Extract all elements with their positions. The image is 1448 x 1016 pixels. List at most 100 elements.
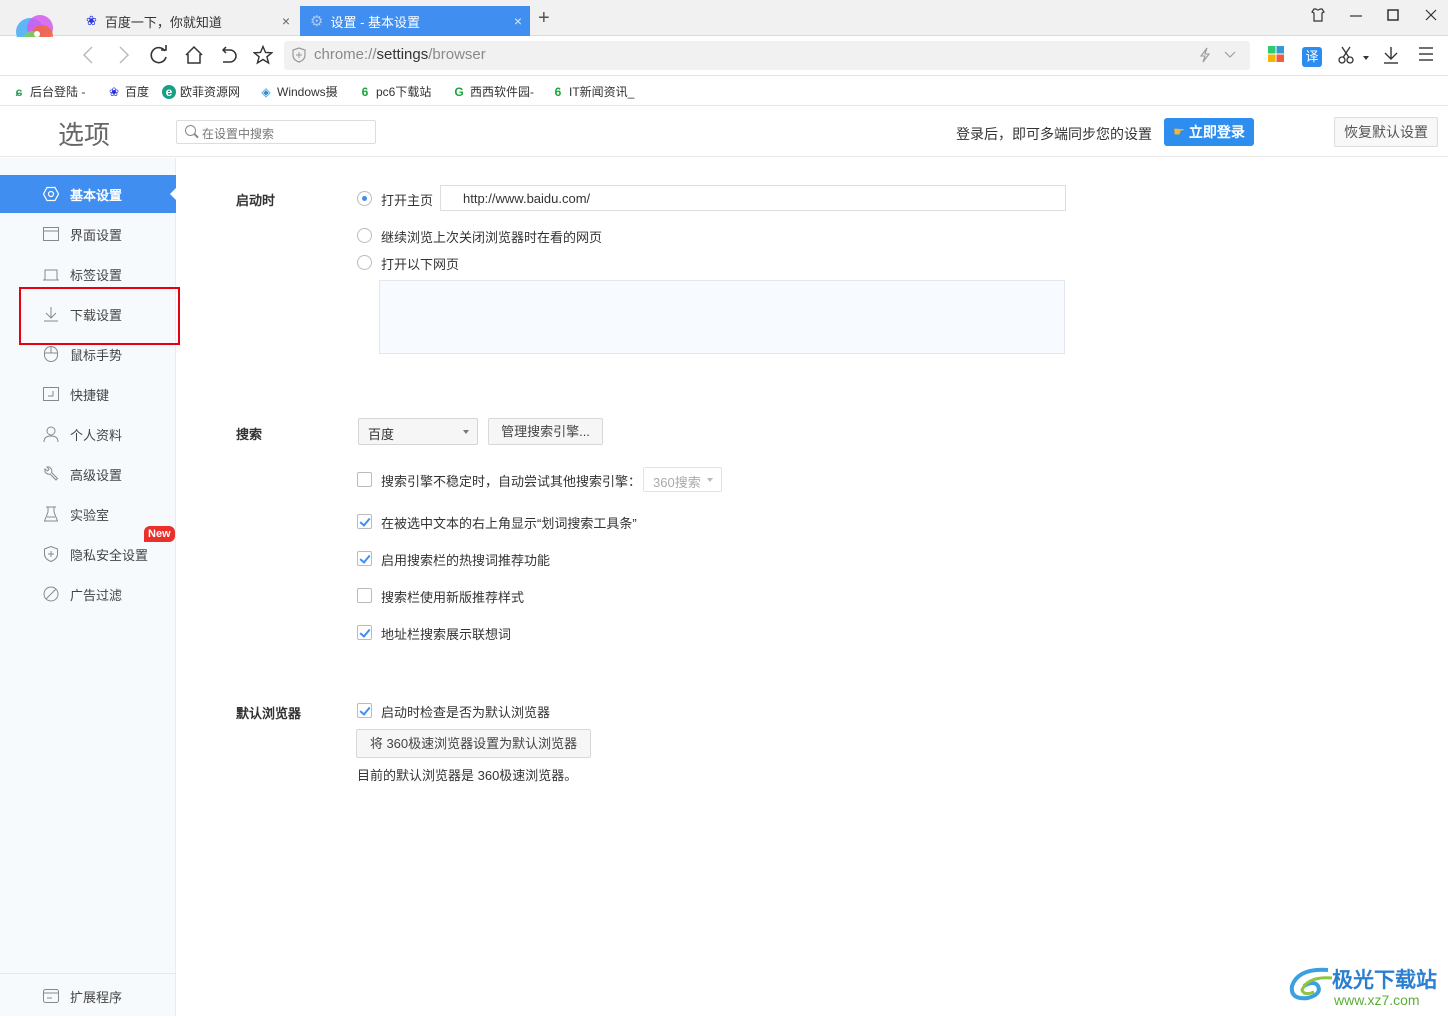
search-engine-select[interactable]: 百度 bbox=[358, 418, 478, 445]
shield-icon bbox=[42, 545, 60, 563]
sidebar-item-interface[interactable]: 界面设置 bbox=[0, 215, 176, 253]
bookmark-item[interactable]: ❀ 百度 bbox=[107, 83, 149, 100]
radio-continue-session[interactable] bbox=[357, 228, 372, 243]
close-tab-icon[interactable]: × bbox=[282, 13, 290, 29]
fallback-engine-select[interactable]: 360搜索 bbox=[643, 467, 722, 492]
checkbox-hot-search[interactable] bbox=[357, 551, 372, 566]
checkbox-selection-search-toolbar[interactable] bbox=[357, 514, 372, 529]
tab-baidu[interactable]: ❀ 百度一下，你就知道 × bbox=[76, 6, 298, 36]
sidebar-item-label: 实验室 bbox=[70, 507, 110, 523]
sidebar-item-shortcuts[interactable]: 快捷键 bbox=[0, 375, 176, 413]
maximize-button[interactable] bbox=[1380, 8, 1406, 28]
address-url[interactable]: chrome://settings/browser bbox=[314, 46, 486, 63]
caret-down-icon bbox=[707, 478, 713, 482]
startup-pages-list[interactable] bbox=[379, 280, 1065, 354]
chevron-down-icon[interactable] bbox=[1224, 47, 1236, 64]
checkbox-new-suggestion-style[interactable] bbox=[357, 588, 372, 603]
manage-search-engines-button[interactable]: 管理搜索引擎... bbox=[488, 418, 603, 445]
sidebar-footer: 扩展程序 bbox=[0, 973, 176, 1005]
login-button[interactable]: ☛ 立即登录 bbox=[1164, 118, 1254, 146]
url-scheme: chrome:// bbox=[314, 46, 377, 63]
user-icon bbox=[42, 425, 60, 443]
block-icon bbox=[42, 585, 60, 603]
bookmark-star-button[interactable] bbox=[251, 44, 275, 69]
forward-button[interactable] bbox=[112, 45, 136, 69]
homepage-url-input[interactable]: http://www.baidu.com/ bbox=[440, 185, 1066, 211]
gear-icon: ⚙ bbox=[310, 13, 324, 30]
translate-icon[interactable]: 译 bbox=[1300, 45, 1324, 69]
radio-open-homepage[interactable] bbox=[357, 191, 372, 206]
bookmark-label: 百度 bbox=[125, 85, 150, 99]
radio-label: 继续浏览上次关闭浏览器时在看的网页 bbox=[381, 230, 603, 245]
radio-open-pages[interactable] bbox=[357, 255, 372, 270]
caret-down-icon bbox=[463, 430, 469, 434]
screenshot-scissors-icon[interactable] bbox=[1335, 45, 1359, 69]
bookmark-item[interactable]: 6 IT新闻资讯_ bbox=[551, 83, 635, 100]
bookmark-item[interactable]: G 西西软件园- bbox=[452, 83, 534, 100]
reload-button[interactable] bbox=[147, 45, 171, 69]
bookmark-label: 后台登陆 - bbox=[30, 85, 86, 99]
sidebar-item-ad-filter[interactable]: 广告过滤 bbox=[0, 575, 176, 613]
bookmark-item[interactable]: ◈ Windows摄 bbox=[259, 83, 337, 100]
close-window-button[interactable] bbox=[1418, 8, 1444, 28]
tab-settings[interactable]: ⚙ 设置 - 基本设置 × bbox=[300, 6, 530, 36]
bookmark-item[interactable]: e 欧菲资源网 bbox=[162, 83, 240, 100]
checkbox-label: 在被选中文本的右上角显示“划词搜索工具条” bbox=[381, 516, 637, 531]
checkbox-label: 搜索引擎不稳定时，自动尝试其他搜索引擎： bbox=[381, 474, 642, 489]
search-placeholder: 在设置中搜索 bbox=[202, 127, 275, 141]
skin-icon[interactable] bbox=[1305, 8, 1331, 28]
sidebar-item-basic[interactable]: 基本设置 bbox=[0, 175, 176, 213]
new-tab-button[interactable]: + bbox=[538, 7, 550, 30]
address-bar[interactable]: chrome://settings/browser bbox=[284, 41, 1250, 70]
sidebar-item-extensions[interactable]: 扩展程序 bbox=[0, 977, 176, 1015]
checkbox-label: 启动时检查是否为默认浏览器 bbox=[381, 705, 551, 720]
restore-defaults-button[interactable]: 恢复默认设置 bbox=[1334, 117, 1438, 147]
search-icon bbox=[185, 125, 196, 136]
sidebar-item-advanced[interactable]: 高级设置 bbox=[0, 455, 176, 493]
settings-search-input[interactable]: 在设置中搜索 bbox=[176, 120, 376, 144]
ofei-logo-icon: e bbox=[162, 84, 176, 99]
back-button[interactable] bbox=[76, 45, 100, 69]
bookmarks-bar: ɕ 后台登陆 - ❀ 百度 e 欧菲资源网 ◈ Windows摄 6 pc6下载站 G 西西… bbox=[0, 77, 1448, 106]
sidebar-item-label: 鼠标手势 bbox=[70, 347, 123, 363]
select-value: 360搜索 bbox=[653, 475, 701, 490]
sidebar-item-label: 高级设置 bbox=[70, 467, 123, 483]
sidebar-item-profile[interactable]: 个人资料 bbox=[0, 415, 176, 453]
menu-icon[interactable] bbox=[1414, 45, 1438, 69]
undo-close-button[interactable] bbox=[216, 45, 240, 69]
sync-hint: 登录后，即可多端同步您的设置 bbox=[956, 126, 1152, 142]
lightning-icon[interactable] bbox=[1198, 47, 1212, 66]
checkbox-address-suggestions[interactable] bbox=[357, 625, 372, 640]
highlight-box bbox=[19, 287, 180, 345]
url-host: settings bbox=[376, 46, 429, 63]
tab-icon bbox=[42, 265, 60, 283]
download-manager-icon[interactable] bbox=[1379, 45, 1403, 69]
settings-header: 选项 在设置中搜索 登录后，即可多端同步您的设置 ☛ 立即登录 恢复默认设置 bbox=[0, 107, 1448, 157]
wrench-icon bbox=[42, 465, 60, 483]
sidebar-item-label: 隐私安全设置 bbox=[70, 547, 149, 563]
apps-grid-icon[interactable] bbox=[1264, 45, 1288, 69]
home-button[interactable] bbox=[182, 45, 206, 69]
radio-label: 打开以下网页 bbox=[381, 257, 460, 272]
checkbox-label: 搜索栏使用新版推荐样式 bbox=[381, 590, 525, 605]
sidebar-item-label: 广告过滤 bbox=[70, 587, 123, 603]
url-path: /browser bbox=[428, 46, 486, 63]
close-tab-icon[interactable]: × bbox=[514, 13, 522, 29]
tab-title: 设置 - 基本设置 bbox=[330, 14, 421, 30]
windows-site-icon: ◈ bbox=[261, 84, 271, 99]
screenshot-dropdown-icon[interactable] bbox=[1363, 56, 1369, 60]
sidebar-item-label: 快捷键 bbox=[70, 387, 110, 403]
checkbox-fallback-engine[interactable] bbox=[357, 472, 372, 487]
hexagon-settings-icon bbox=[42, 185, 60, 203]
checkbox-check-default-browser[interactable] bbox=[357, 703, 372, 718]
bookmark-item[interactable]: ɕ 后台登陆 - bbox=[12, 83, 86, 100]
watermark-swirl-icon bbox=[1289, 967, 1333, 1001]
login-button-label: 立即登录 bbox=[1188, 124, 1245, 140]
bookmark-label: pc6下载站 bbox=[376, 85, 432, 99]
checkbox-label: 地址栏搜索展示联想词 bbox=[381, 627, 512, 642]
bookmark-item[interactable]: 6 pc6下载站 bbox=[358, 83, 432, 100]
minimize-button[interactable] bbox=[1343, 8, 1369, 28]
set-default-browser-button[interactable]: 将 360极速浏览器设置为默认浏览器 bbox=[356, 729, 591, 758]
sidebar-item-label: 界面设置 bbox=[70, 227, 123, 243]
pc6-logo-icon: 6 bbox=[361, 84, 369, 99]
